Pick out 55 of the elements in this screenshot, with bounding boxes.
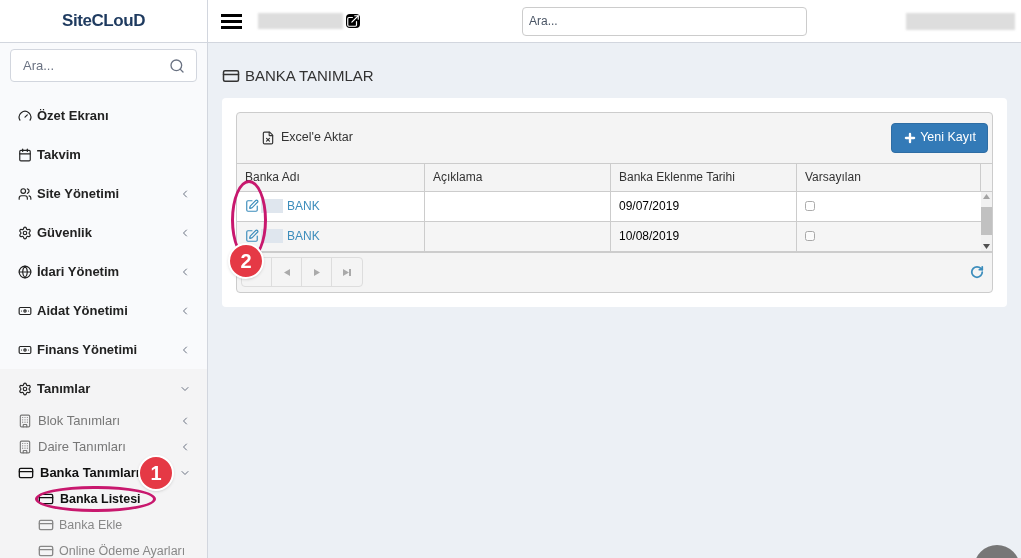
credit-card-icon — [38, 543, 54, 558]
new-record-button[interactable]: Yeni Kayıt — [891, 122, 988, 153]
building-icon — [18, 440, 32, 454]
sidebar-item[interactable]: Finans Yönetimi — [0, 330, 207, 369]
sidebar-item[interactable]: Özet Ekranı — [0, 96, 207, 135]
triangle-right-icon — [313, 268, 320, 276]
excel-file-icon — [261, 130, 275, 145]
sidebar-subitem[interactable]: Blok Tanımları — [18, 411, 121, 431]
scroll-down-icon[interactable] — [983, 243, 990, 249]
sidebar-item[interactable]: Aidat Yönetimi — [0, 291, 207, 330]
globe-icon — [18, 264, 32, 279]
export-excel-button[interactable]: Excel'e Aktar — [261, 128, 353, 147]
edit-icon[interactable] — [245, 229, 259, 243]
redaction-bar — [261, 229, 283, 243]
column-header[interactable]: Varsayılan — [797, 163, 981, 191]
calendar-icon — [18, 147, 32, 162]
sidebar-subitem[interactable]: Daire Tanımları — [18, 437, 126, 457]
credit-card-icon — [38, 491, 54, 507]
sidebar-item[interactable]: Site Yönetimi — [0, 174, 207, 213]
sidebar-item[interactable]: Güvenlik — [0, 213, 207, 252]
skip-end-icon — [343, 268, 351, 276]
default-checkbox[interactable] — [805, 231, 815, 241]
column-header[interactable]: Banka Adı — [237, 163, 425, 191]
scrollbar[interactable] — [981, 190, 992, 251]
plus-icon — [903, 130, 918, 145]
scrollbar-thumb[interactable] — [981, 207, 992, 235]
gear-icon — [18, 381, 32, 396]
sidebar-item[interactable]: Tanımlar — [0, 369, 207, 408]
credit-card-icon — [18, 465, 34, 481]
page-title: BANKA TANIMLAR — [245, 66, 374, 86]
edit-icon[interactable] — [245, 199, 259, 213]
column-header[interactable]: Açıklama — [425, 163, 611, 191]
refresh-icon[interactable] — [970, 265, 984, 279]
sidebar-search-field[interactable]: Ara... — [10, 49, 197, 82]
header-search-field[interactable]: Ara... — [522, 6, 807, 36]
sidebar-item[interactable]: İdari Yönetim — [0, 252, 207, 291]
search-icon — [169, 58, 185, 74]
table-cell: 09/07/2019 — [611, 191, 797, 221]
default-checkbox[interactable] — [805, 201, 815, 211]
gauge-icon — [18, 108, 32, 123]
credit-card-icon — [38, 517, 54, 533]
column-header[interactable]: Banka Eklenme Tarihi — [611, 163, 797, 191]
sidebar-subitem[interactable]: Banka Tanımları — [18, 463, 140, 483]
sidebar-item[interactable]: Takvim — [0, 135, 207, 174]
external-link-icon[interactable] — [346, 14, 360, 28]
building-icon — [18, 414, 32, 428]
redaction-bar — [261, 199, 283, 213]
triangle-left-icon — [283, 268, 290, 276]
scroll-up-icon[interactable] — [983, 193, 990, 199]
menu-icon[interactable] — [221, 13, 242, 29]
bank-link[interactable]: BANK — [287, 197, 320, 215]
users-icon — [18, 186, 32, 201]
gear-icon — [18, 225, 32, 240]
logo[interactable]: SiteCLouD — [61, 8, 146, 34]
table-cell: 10/08/2019 — [611, 221, 797, 251]
